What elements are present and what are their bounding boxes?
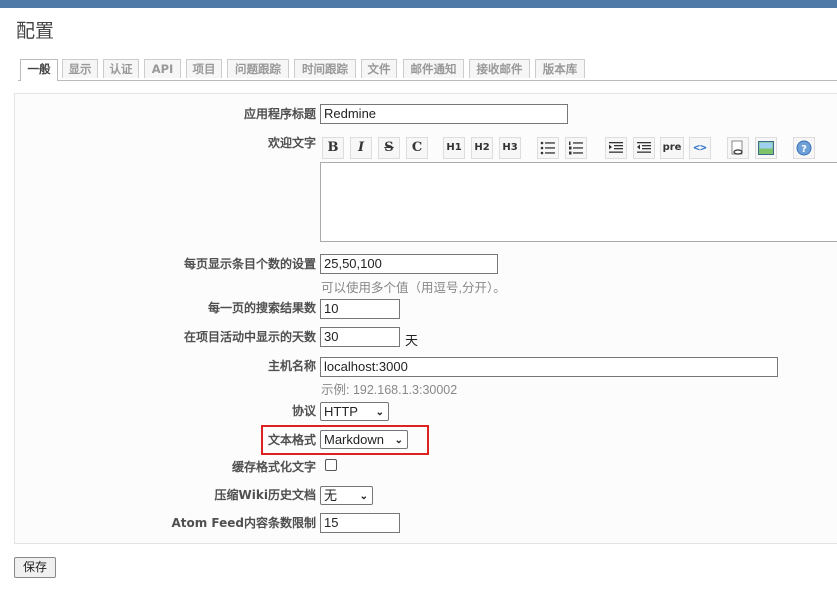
compress-wiki-select[interactable]: 无 ⌄ <box>320 486 373 505</box>
app-title-input[interactable]: Redmine <box>320 104 568 124</box>
blockquote-icon <box>609 142 623 153</box>
tab-api[interactable]: API <box>144 59 181 78</box>
chevron-down-icon: ⌄ <box>375 407 384 418</box>
cache-formatted-label: 缓存格式化文字 <box>231 460 316 474</box>
code-highlight-button[interactable]: <> <box>689 137 711 159</box>
activity-days-input[interactable]: 30 <box>320 327 400 347</box>
welcome-text-editor[interactable] <box>320 162 837 242</box>
tab-time-tracking[interactable]: 时间跟踪 <box>294 59 356 78</box>
page-title: 配置 <box>16 20 55 42</box>
top-header-bar <box>0 0 837 8</box>
image-button[interactable] <box>755 137 777 159</box>
heading2-button[interactable]: H2 <box>471 137 493 159</box>
compress-wiki-value: 无 <box>324 488 338 503</box>
ordered-list-icon <box>569 141 583 155</box>
help-icon: ? <box>796 140 812 156</box>
search-results-label: 每一页的搜索结果数 <box>207 301 316 315</box>
image-icon <box>758 141 774 155</box>
tab-display[interactable]: 显示 <box>62 59 98 78</box>
tab-email-notifications[interactable]: 邮件通知 <box>403 59 464 78</box>
tab-incoming-emails[interactable]: 接收邮件 <box>469 59 530 78</box>
activity-days-unit: 天 <box>405 333 419 348</box>
italic-button[interactable]: I <box>350 137 372 159</box>
inline-code-button[interactable]: C <box>406 137 428 159</box>
unquote-button[interactable] <box>633 137 655 159</box>
tab-repositories[interactable]: 版本库 <box>535 59 585 78</box>
wiki-link-button[interactable] <box>727 137 749 159</box>
host-name-input[interactable]: localhost:3000 <box>320 357 778 377</box>
tab-issue-tracking[interactable]: 问题跟踪 <box>227 59 289 78</box>
chevron-down-icon: ⌄ <box>359 491 368 502</box>
blockquote-button[interactable] <box>605 137 627 159</box>
settings-tabs: 一般 显示 认证 API 项目 问题跟踪 时间跟踪 文件 邮件通知 接收邮件 版… <box>18 58 837 81</box>
cache-formatted-checkbox[interactable] <box>325 459 337 471</box>
save-button[interactable]: 保存 <box>14 557 56 578</box>
link-icon <box>731 140 743 155</box>
activity-days-label: 在项目活动中显示的天数 <box>183 330 316 344</box>
host-name-hint: 示例: 192.168.1.3:30002 <box>321 383 458 397</box>
unordered-list-button[interactable] <box>537 137 559 159</box>
text-format-select[interactable]: Markdown ⌄ <box>320 430 408 449</box>
protocol-label: 协议 <box>291 404 316 418</box>
app-title-label: 应用程序标题 <box>243 107 316 121</box>
svg-text:?: ? <box>801 144 807 155</box>
atom-feed-limit-label: Atom Feed内容条数限制 <box>171 516 316 530</box>
per-page-label: 每页显示条目个数的设置 <box>183 257 316 271</box>
tab-files[interactable]: 文件 <box>361 59 397 78</box>
compress-wiki-label: 压缩Wiki历史文档 <box>214 488 316 502</box>
help-button[interactable]: ? <box>793 137 815 159</box>
search-results-input[interactable]: 10 <box>320 299 400 319</box>
unordered-list-icon <box>540 141 555 155</box>
atom-feed-limit-input[interactable]: 15 <box>320 513 400 533</box>
pre-button[interactable]: pre <box>660 137 684 159</box>
text-format-label: 文本格式 <box>267 433 316 447</box>
host-name-label: 主机名称 <box>267 359 316 373</box>
unquote-icon <box>637 142 651 153</box>
protocol-value: HTTP <box>324 404 358 419</box>
ordered-list-button[interactable] <box>565 137 587 159</box>
bold-button[interactable]: B <box>322 137 344 159</box>
settings-form-box <box>14 93 837 544</box>
protocol-select[interactable]: HTTP ⌄ <box>320 402 389 421</box>
chevron-down-icon: ⌄ <box>394 435 403 446</box>
tab-projects[interactable]: 项目 <box>186 59 222 78</box>
heading1-button[interactable]: H1 <box>443 137 465 159</box>
text-format-value: Markdown <box>324 432 384 447</box>
welcome-text-label: 欢迎文字 <box>267 136 316 150</box>
tab-authentication[interactable]: 认证 <box>103 59 139 78</box>
code-brackets-icon: <> <box>693 141 707 154</box>
per-page-hint: 可以使用多个值（用逗号,分开）。 <box>321 281 506 295</box>
strikethrough-button[interactable]: S <box>378 137 400 159</box>
per-page-input[interactable]: 25,50,100 <box>320 254 498 274</box>
heading3-button[interactable]: H3 <box>499 137 521 159</box>
tab-general[interactable]: 一般 <box>20 59 58 81</box>
